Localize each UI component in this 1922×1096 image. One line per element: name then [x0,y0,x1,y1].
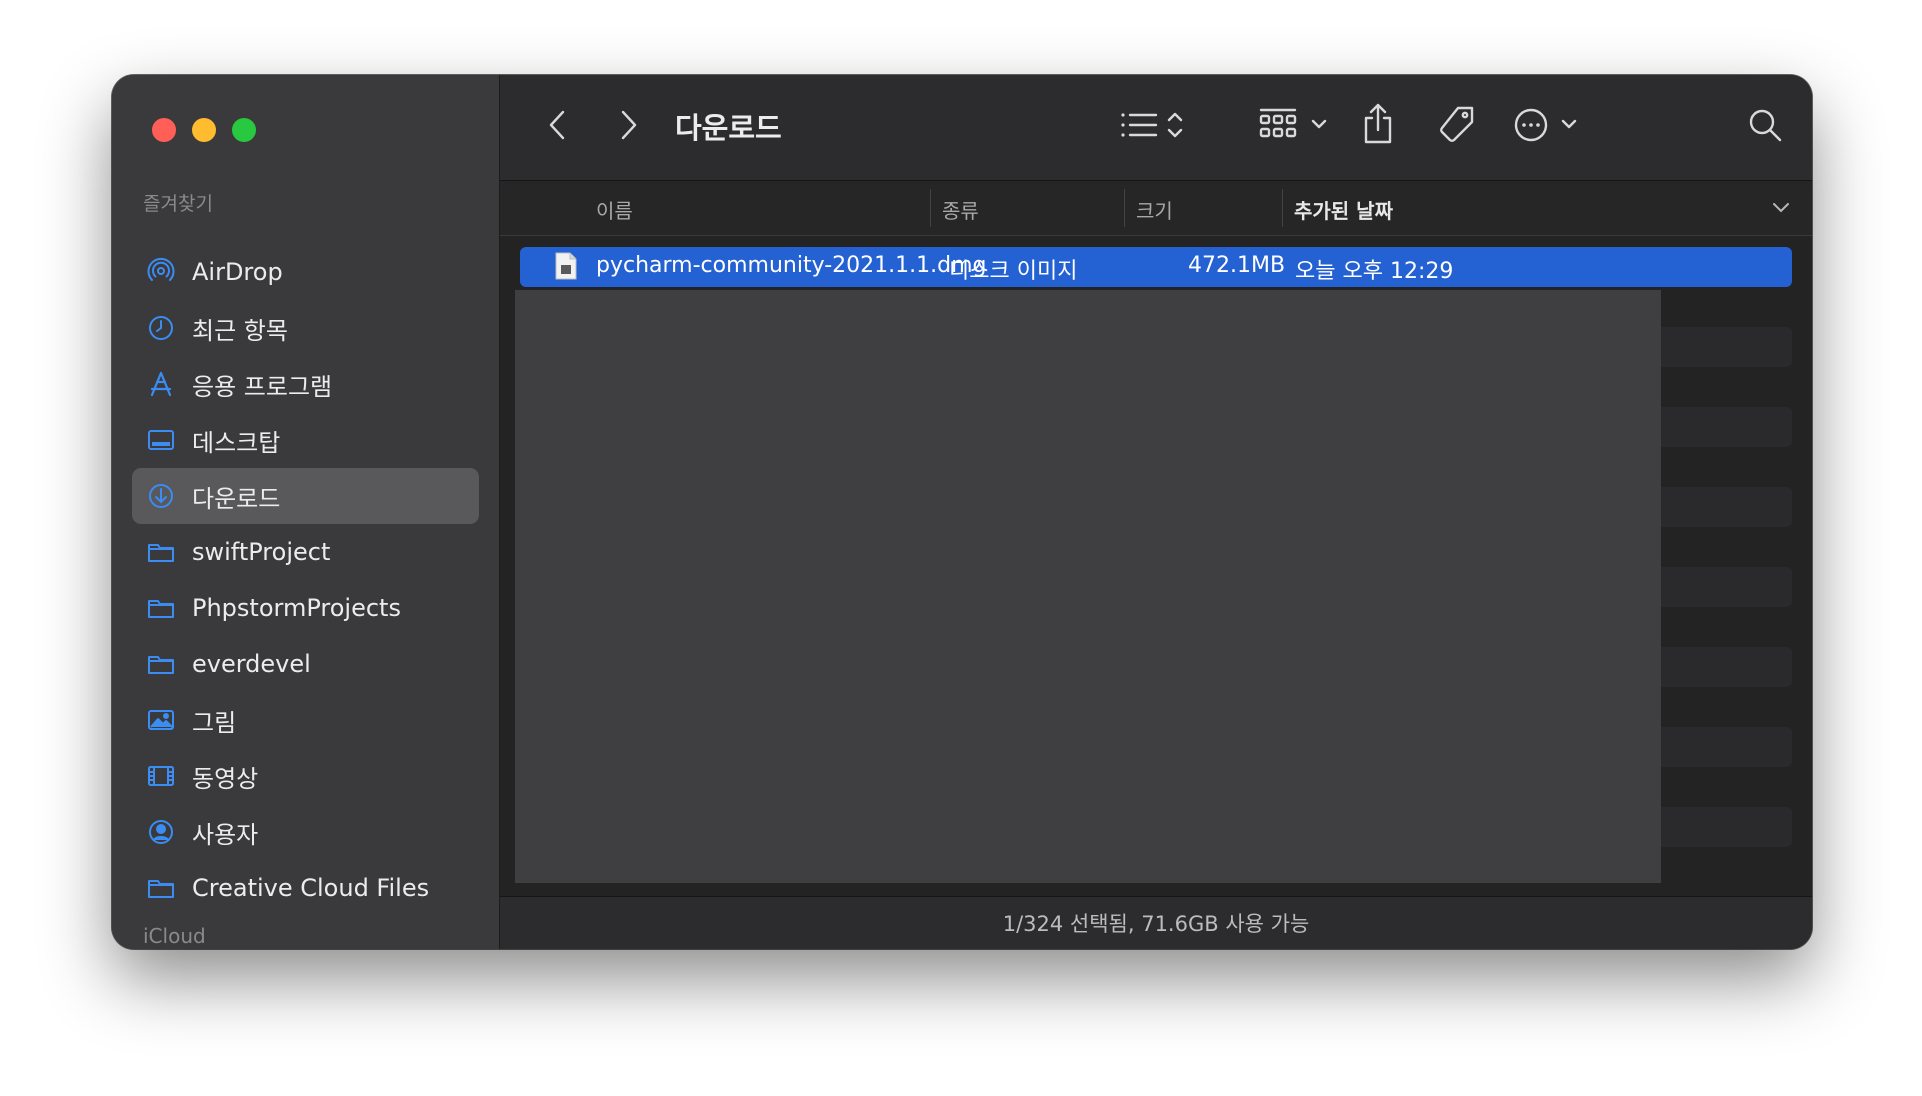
desktop-icon [146,425,176,455]
minimize-window-button[interactable] [192,118,216,142]
sidebar-item-label: 데스크탑 [192,428,281,457]
sidebar-item-swiftproject[interactable]: swiftProject [132,524,479,580]
sidebar-item-airdrop[interactable]: AirDrop [132,244,479,300]
film-icon [146,761,176,791]
sidebar-item-label: 최근 항목 [192,316,288,345]
empty-list-area [515,290,1661,883]
chevron-left-icon [549,110,565,140]
search-icon [1749,109,1782,142]
column-divider[interactable] [1124,189,1125,227]
share-icon [1364,103,1392,144]
close-window-button[interactable] [152,118,176,142]
finder-window: 즐겨찾기 AirDrop 최근 항목 응용 프로그램 데스크탑 다운로드 swi… [112,75,1812,949]
toolbar: 다운로드 [500,75,1812,181]
ellipsis-circle-icon [1514,108,1577,142]
group-button[interactable] [1257,103,1335,147]
tag-button[interactable] [1435,101,1479,149]
sidebar-item-label: PhpstormProjects [192,594,401,622]
sidebar-item-movies[interactable]: 동영상 [132,748,479,804]
share-button[interactable] [1358,99,1398,149]
page-title: 다운로드 [675,111,782,145]
view-list-button[interactable] [1115,105,1195,145]
column-name[interactable]: 이름 [596,195,633,224]
sidebar-item-creative-cloud-files[interactable]: Creative Cloud Files [132,860,479,916]
zoom-window-button[interactable] [232,118,256,142]
disk-image-file-icon [555,252,577,280]
chevron-right-icon [621,110,637,140]
column-size[interactable]: 크기 [1136,195,1173,224]
folder-icon [146,873,176,903]
column-header: 이름 종류 크기 추가된 날짜 [500,181,1812,236]
clock-icon [146,313,176,343]
file-size: 472.1MB [1188,253,1286,278]
status-bar: 1/324 선택됨, 71.6GB 사용 가능 [500,896,1812,949]
sidebar-item-label: Creative Cloud Files [192,874,430,902]
folder-icon [146,593,176,623]
sidebar-item-label: 동영상 [192,764,259,793]
main-content: 다운로드 이름 종류 크기 추가된 날짜 pycharm-community-2… [500,75,1812,949]
file-name: pycharm-community-2021.1.1.dmg [596,253,987,278]
sidebar-item-downloads[interactable]: 다운로드 [132,468,479,524]
sidebar-item-label: everdevel [192,650,311,678]
sidebar-item-phpstormprojects[interactable]: PhpstormProjects [132,580,479,636]
back-button[interactable] [540,105,576,145]
sidebar-item-label: 사용자 [192,820,259,849]
status-text: 1/324 선택됨, 71.6GB 사용 가능 [1002,912,1310,936]
sidebar-item-label: 다운로드 [192,484,281,513]
sidebar-item-label: 응용 프로그램 [192,372,333,401]
grid-icon [1259,108,1327,138]
list-view-icon [1121,112,1183,138]
window-controls [152,118,256,142]
favorites-list: AirDrop 최근 항목 응용 프로그램 데스크탑 다운로드 swiftPro… [132,244,479,916]
folder-icon [146,649,176,679]
sidebar-item-user[interactable]: 사용자 [132,804,479,860]
sidebar-item-everdevel[interactable]: everdevel [132,636,479,692]
applications-icon [146,369,176,399]
file-kind: 디스크 이미지 [949,259,1078,284]
sidebar-item-label: AirDrop [192,258,283,286]
column-kind[interactable]: 종류 [942,195,979,224]
sidebar-item-pictures[interactable]: 그림 [132,692,479,748]
tag-icon [1440,106,1474,142]
sidebar-item-label: swiftProject [192,538,331,566]
favorites-section-label: 즐겨찾기 [143,193,213,215]
column-divider[interactable] [930,189,931,227]
forward-button[interactable] [610,105,646,145]
photo-icon [146,705,176,735]
more-actions-button[interactable] [1513,103,1585,147]
column-divider[interactable] [1282,189,1283,227]
sidebar-item-applications[interactable]: 응용 프로그램 [132,356,479,412]
sidebar-item-label: 그림 [192,708,237,737]
download-icon [146,481,176,511]
user-icon [146,817,176,847]
table-row[interactable]: pycharm-community-2021.1.1.dmg 디스크 이미지 4… [520,247,1792,287]
sidebar-item-desktop[interactable]: 데스크탑 [132,412,479,468]
icloud-section-label: iCloud [143,924,206,948]
folder-icon [146,537,176,567]
column-date-added[interactable]: 추가된 날짜 [1294,195,1393,224]
sidebar-item-recents[interactable]: 최근 항목 [132,300,479,356]
sort-chevron-down-icon[interactable] [1772,201,1790,215]
file-date-added: 오늘 오후 12:29 [1295,259,1454,284]
sidebar: 즐겨찾기 AirDrop 최근 항목 응용 프로그램 데스크탑 다운로드 swi… [112,75,500,949]
airdrop-icon [146,257,176,287]
search-button[interactable] [1745,105,1785,145]
